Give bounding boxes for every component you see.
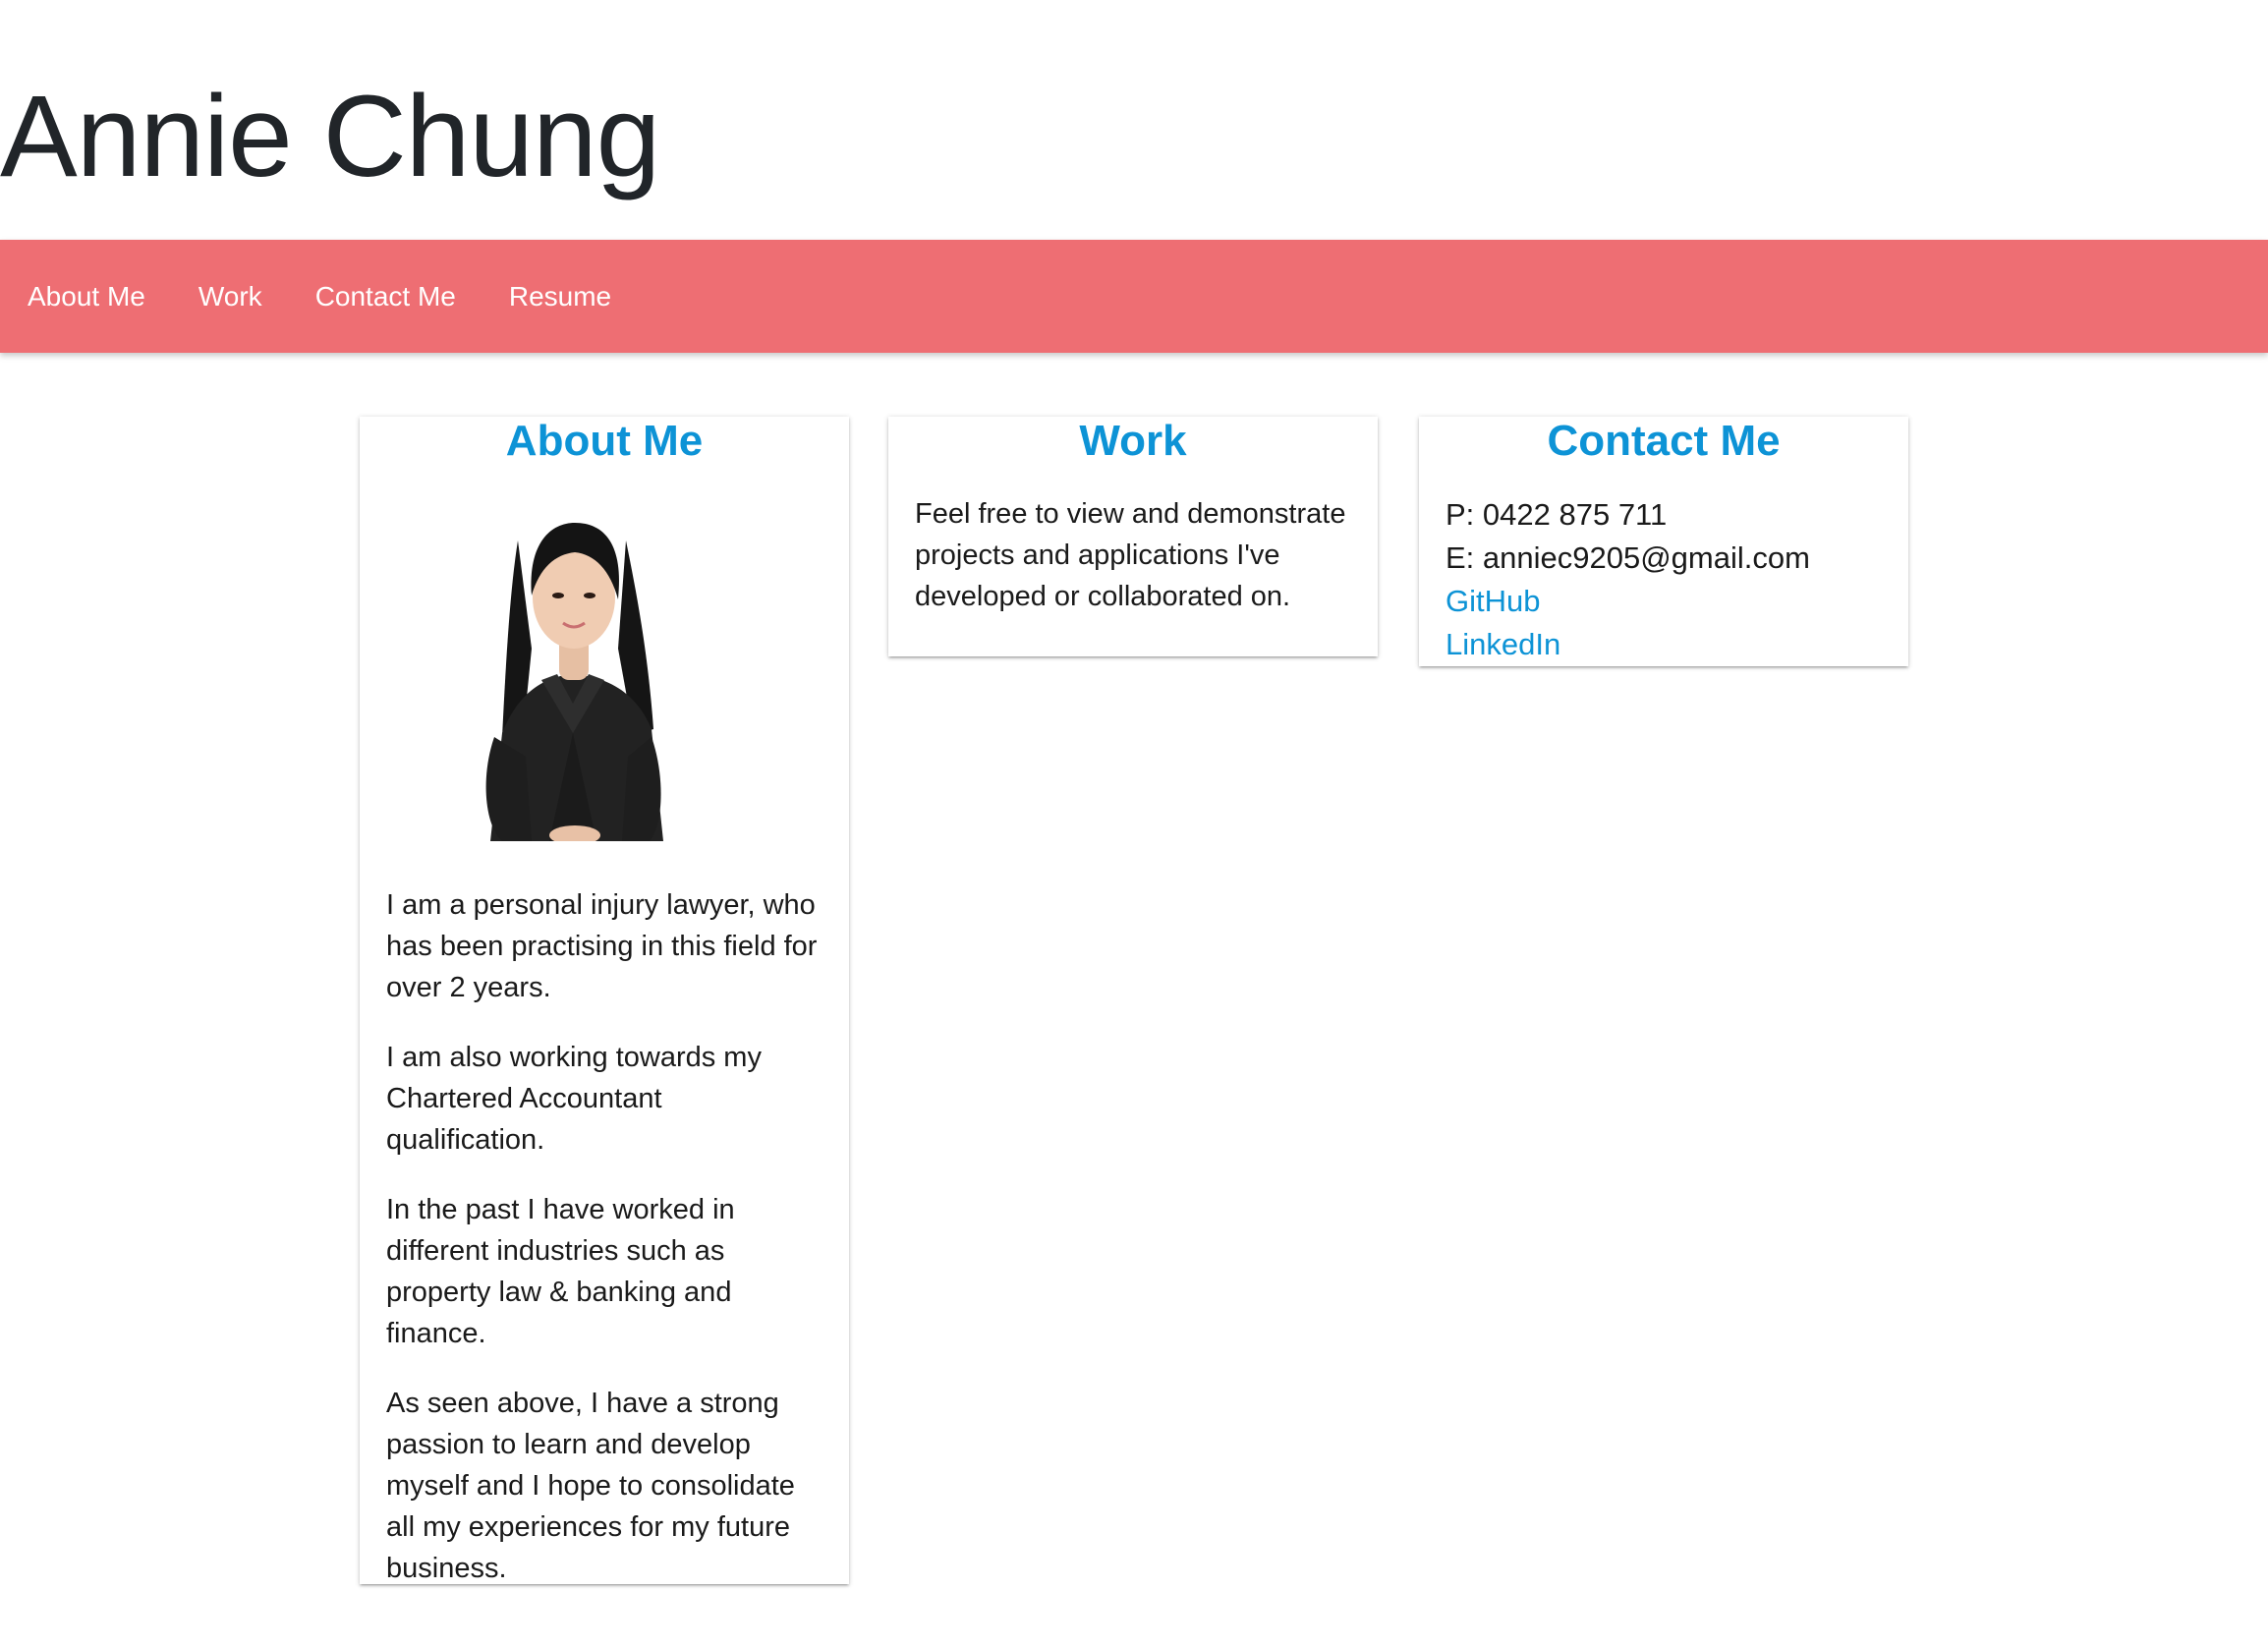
about-paragraph: I am also working towards my Chartered A… <box>386 1042 762 1156</box>
work-heading: Work <box>1079 417 1187 465</box>
about-me-card: About Me I am a personal injury lawyer, … <box>360 417 849 1584</box>
profile-photo <box>441 501 707 841</box>
linkedin-link[interactable]: LinkedIn <box>1446 623 1882 666</box>
contact-details: P: 0422 875 711 E: anniec9205@gmail.com … <box>1446 493 1882 666</box>
nav-link-about-me[interactable]: About Me <box>28 240 198 353</box>
about-me-text: I am a personal injury lawyer, who has b… <box>386 884 822 1589</box>
profile-photo-illustration <box>485 523 663 841</box>
nav-link-contact-me[interactable]: Contact Me <box>315 240 509 353</box>
email-address: E: anniec9205@gmail.com <box>1446 540 1810 575</box>
github-link[interactable]: GitHub <box>1446 580 1882 623</box>
about-paragraph: In the past I have worked in different i… <box>386 1194 735 1349</box>
page-title: Annie Chung <box>0 72 660 201</box>
nav-link-work[interactable]: Work <box>198 240 315 353</box>
work-card: Work Feel free to view and demonstrate p… <box>888 417 1378 656</box>
about-paragraph: I am a personal injury lawyer, who has b… <box>386 889 818 1003</box>
contact-me-card: Contact Me P: 0422 875 711 E: anniec9205… <box>1419 417 1908 666</box>
about-paragraph: As seen above, I have a strong passion t… <box>386 1388 795 1584</box>
site-header: Annie Chung <box>0 0 2268 240</box>
about-me-heading: About Me <box>505 417 704 465</box>
phone-number: P: 0422 875 711 <box>1446 497 1668 532</box>
main-navbar: About Me Work Contact Me Resume <box>0 240 2268 353</box>
contact-me-heading: Contact Me <box>1547 417 1781 465</box>
nav-link-resume[interactable]: Resume <box>509 240 664 353</box>
work-description: Feel free to view and demonstrate projec… <box>915 498 1346 612</box>
